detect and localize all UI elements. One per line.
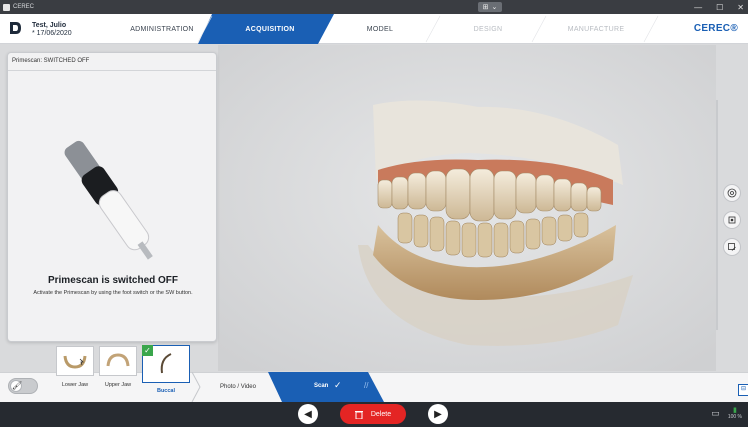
buccal-thumb-icon [160,353,172,374]
scanner-status-panel: Primescan: SWITCHED OFF Primescan is swi… [7,52,217,342]
app-name: CEREC [13,4,35,10]
back-button[interactable]: ◀ [298,404,318,424]
catalog-upper-jaw[interactable] [99,346,137,376]
lower-jaw-thumb-icon [63,355,87,369]
side-panel-tab-icon[interactable]: ⊟ [738,384,748,396]
photo-video-tab[interactable]: Photo / Video [198,373,278,401]
edit-icon [728,243,736,251]
panel-header: Primescan: SWITCHED OFF [8,53,216,71]
window-switch-control[interactable]: ⊞ ⌄ [478,2,502,12]
chat-icon[interactable]: ▭ [711,408,720,419]
scan-tab-label: Scan [314,383,329,389]
scan-viewport[interactable] [218,45,716,371]
grid-icon: ⊞ [482,4,489,11]
catalog-upper-jaw-label: Upper Jaw [104,382,132,388]
chevron-down-icon: ⌄ [491,4,498,11]
brand-logo: CEREC® [693,23,738,34]
settings-tool-button[interactable] [723,211,741,229]
step-model[interactable]: MODEL [330,14,430,44]
brush-icon: 🖌 [12,381,23,390]
app-icon [3,3,10,11]
upper-jaw-thumb-icon [106,353,130,367]
forward-button[interactable]: ▶ [428,404,448,424]
maximize-button[interactable]: ☐ [716,3,723,12]
catalog-lower-jaw-label: Lower Jaw [61,382,89,388]
panel-description: Activate the Primescan by using the foot… [33,290,193,296]
checkmark-icon: ✓ [334,380,342,390]
gear-icon [728,216,736,224]
arrow-right-icon: ▶ [434,408,442,420]
arrow-left-icon: ◀ [304,408,312,420]
step-design: DESIGN [473,25,503,33]
scan-complete-check-icon: ✓ [142,345,153,356]
trash-icon [354,410,363,419]
scan-tab[interactable]: Scan ✓ // [268,372,388,402]
panel-title: Primescan is switched OFF [47,275,179,286]
double-slash-icon: // [364,381,369,390]
view-tool-button[interactable] [723,184,741,202]
system-tray: ▭ ▮ 100 % [711,406,742,420]
aperture-icon [727,188,737,198]
close-button[interactable]: ✕ [737,3,744,12]
battery-status: ▮ 100 % [728,406,742,420]
delete-button[interactable]: Delete [340,404,406,424]
battery-icon: ▮ [732,407,737,414]
catalog-lower-jaw[interactable] [56,346,94,376]
delete-label: Delete [370,410,392,418]
minimize-button[interactable]: — [694,3,702,12]
brush-toggle[interactable]: 🖌 [8,378,38,394]
catalog-buccal-label: Buccal [156,388,176,394]
battery-level: 100 % [727,414,742,420]
workflow-header: Test, Julio * 17/06/2020 ADMINISTRATION … [0,14,748,44]
step-administration[interactable]: ADMINISTRATION [112,14,212,44]
viewport-scrollbar[interactable] [716,100,718,330]
window-titlebar: CEREC ⊞ ⌄ — ☐ ✕ [0,0,748,14]
step-acquisition[interactable]: ACQUISITION [215,14,325,44]
primescan-device-image [64,140,153,260]
edit-tool-button[interactable] [723,238,741,256]
step-manufacture: MANUFACTURE [567,25,625,33]
